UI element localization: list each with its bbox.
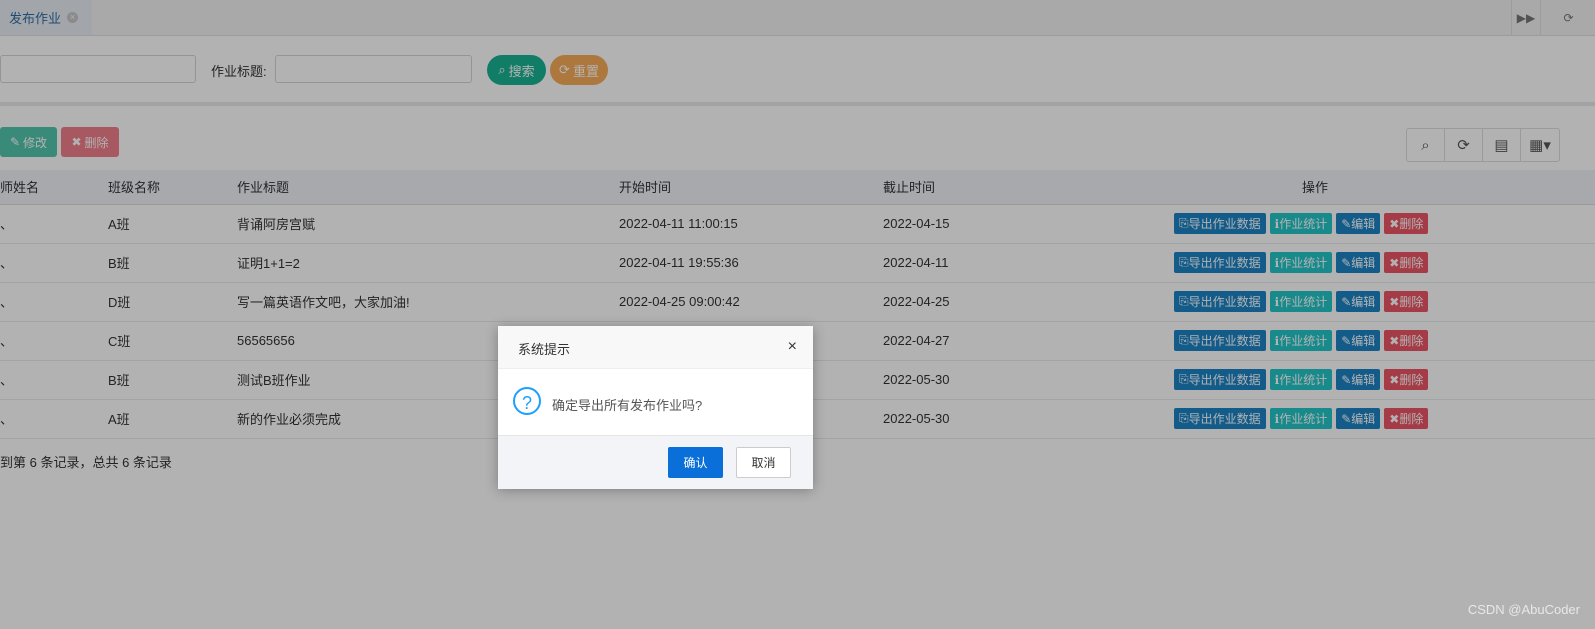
dialog-body: ? 确定导出所有发布作业吗? <box>498 369 813 436</box>
modal-overlay[interactable] <box>0 0 1595 629</box>
close-icon[interactable]: × <box>788 338 797 356</box>
confirm-dialog: 系统提示 × ? 确定导出所有发布作业吗? 确认 取消 <box>498 326 813 489</box>
cancel-button[interactable]: 取消 <box>736 447 791 478</box>
dialog-footer: 确认 取消 <box>498 436 813 489</box>
dialog-header: 系统提示 × <box>498 326 813 369</box>
dialog-message: 确定导出所有发布作业吗? <box>552 398 703 413</box>
question-icon: ? <box>513 387 541 415</box>
dialog-title: 系统提示 <box>518 342 571 357</box>
confirm-button[interactable]: 确认 <box>668 447 723 478</box>
watermark: CSDN @AbuCoder <box>1467 602 1580 617</box>
